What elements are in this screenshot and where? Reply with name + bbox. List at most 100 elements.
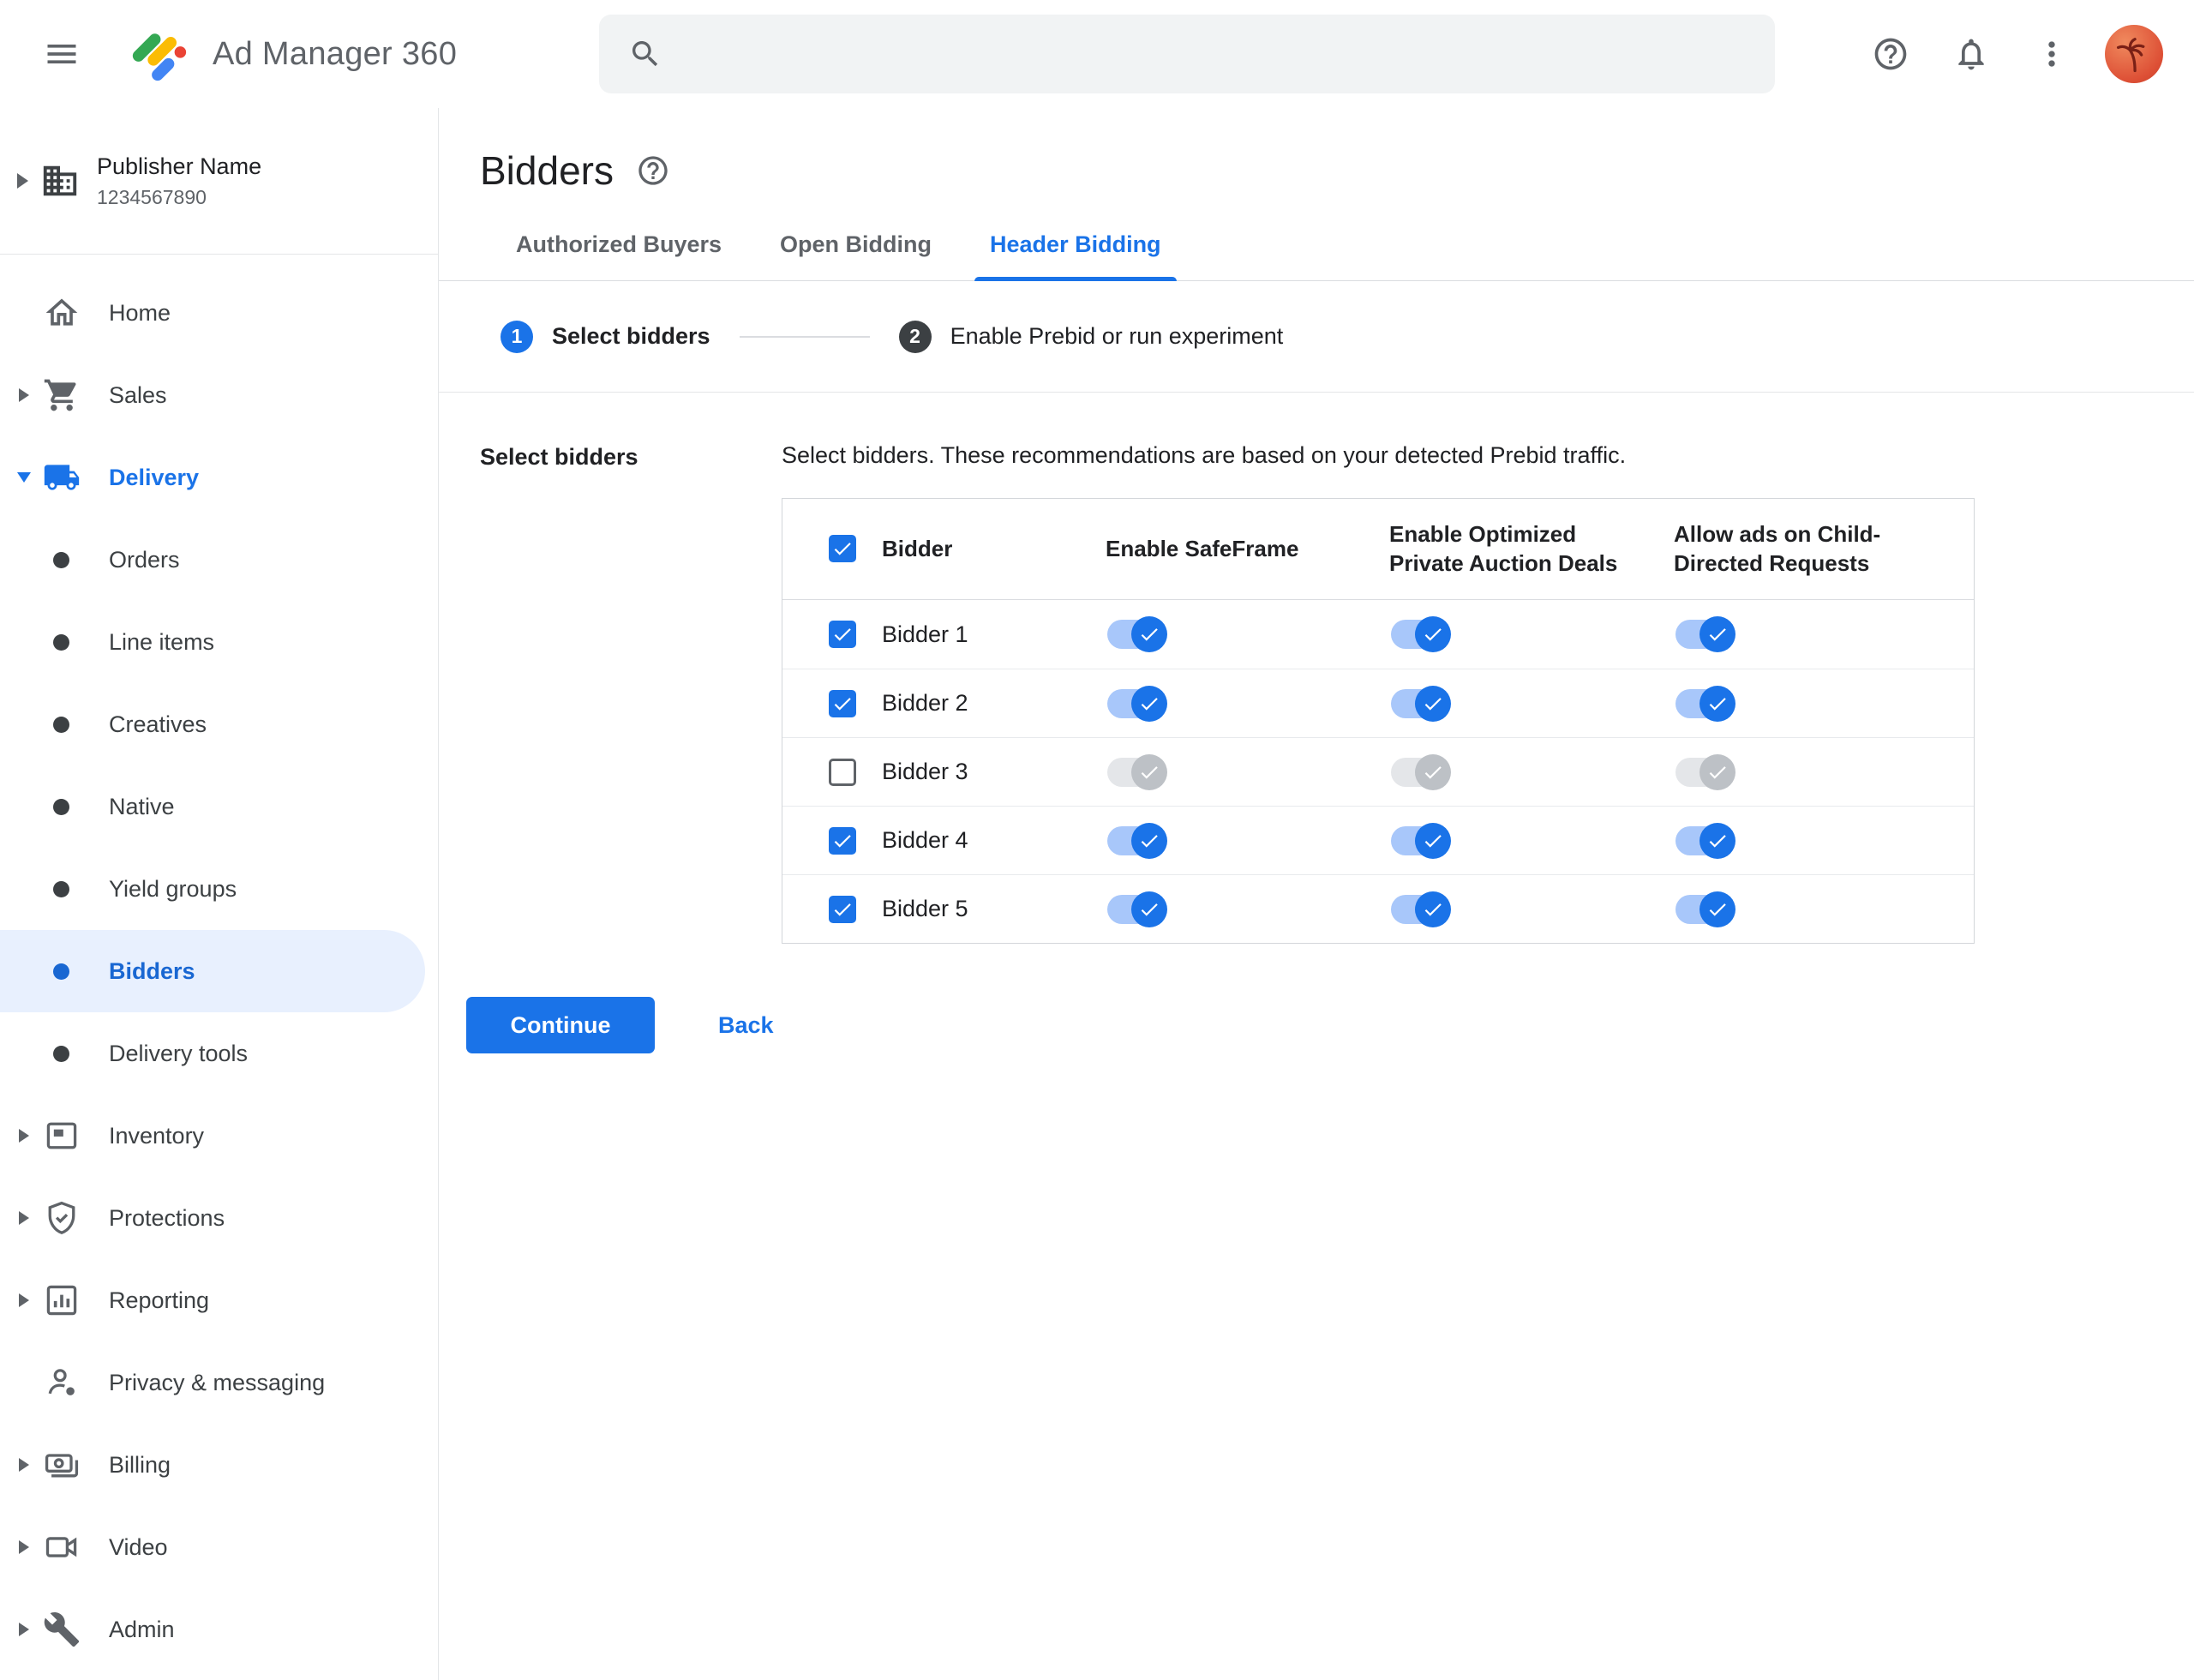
- sidebar-item-privacy-messaging[interactable]: Privacy & messaging: [0, 1341, 438, 1424]
- bullet-icon: [53, 633, 69, 651]
- sidebar-item-creatives[interactable]: Creatives: [0, 683, 438, 765]
- optimized-deals-toggle[interactable]: [1391, 616, 1451, 652]
- publisher-switcher[interactable]: Publisher Name 1234567890: [0, 108, 438, 254]
- search-input[interactable]: [685, 40, 1746, 68]
- child-directed-toggle[interactable]: [1675, 822, 1735, 859]
- check-icon: [834, 543, 851, 556]
- menu-button[interactable]: [31, 23, 93, 85]
- ad-manager-logo-icon: [129, 23, 190, 85]
- safeframe-toggle[interactable]: [1107, 685, 1167, 722]
- bar-chart-icon: [43, 1281, 81, 1319]
- bidder-checkbox[interactable]: [829, 689, 856, 717]
- bidder-checkbox[interactable]: [829, 758, 856, 786]
- step-2-label: Enable Prebid or run experiment: [950, 323, 1284, 349]
- sidebar-item-bidders[interactable]: Bidders: [0, 930, 425, 1012]
- main-content: Bidders Authorized Buyers Open Bidding H…: [439, 108, 2194, 1680]
- publisher-id: 1234567890: [97, 185, 207, 208]
- optimized-deals-toggle[interactable]: [1391, 891, 1451, 927]
- sidebar-item-billing[interactable]: Billing: [0, 1424, 438, 1506]
- sidebar-item-inventory[interactable]: Inventory: [0, 1095, 438, 1177]
- optimized-deals-toggle[interactable]: [1391, 822, 1451, 859]
- sidebar-item-sales[interactable]: Sales: [0, 354, 438, 436]
- safeframe-toggle[interactable]: [1107, 616, 1167, 652]
- continue-button[interactable]: Continue: [466, 997, 655, 1053]
- child-directed-toggle[interactable]: [1675, 753, 1735, 790]
- check-icon: [1424, 697, 1442, 711]
- sidebar-item-line-items[interactable]: Line items: [0, 601, 438, 683]
- chevron-right-icon: [19, 1540, 29, 1554]
- palm-tree-avatar-graphic: [2116, 38, 2145, 73]
- chevron-down-icon: [17, 472, 31, 483]
- check-icon: [1709, 903, 1726, 916]
- sidebar-item-yield-groups[interactable]: Yield groups: [0, 848, 438, 930]
- sidebar-item-protections[interactable]: Protections: [0, 1177, 438, 1259]
- check-icon: [1424, 628, 1442, 641]
- sidebar-item-home[interactable]: Home: [0, 272, 438, 354]
- tab-bar: Authorized Buyers Open Bidding Header Bi…: [439, 223, 2194, 281]
- check-icon: [834, 834, 851, 848]
- table-description: Select bidders. These recommendations ar…: [782, 442, 1627, 468]
- check-icon: [1424, 765, 1442, 779]
- tab-header-bidding[interactable]: Header Bidding: [961, 223, 1190, 281]
- chevron-right-icon: [19, 1211, 29, 1225]
- videocam-icon: [43, 1528, 81, 1566]
- shield-icon: [43, 1199, 81, 1237]
- child-directed-toggle[interactable]: [1675, 891, 1735, 927]
- tab-authorized-buyers[interactable]: Authorized Buyers: [487, 223, 751, 280]
- sidebar-item-orders[interactable]: Orders: [0, 519, 438, 601]
- app-title: Ad Manager 360: [213, 35, 458, 72]
- avatar[interactable]: [2105, 25, 2163, 83]
- search-bar[interactable]: [599, 15, 1775, 93]
- chevron-right-icon: [19, 1293, 29, 1307]
- more-options-button[interactable]: [2024, 27, 2079, 81]
- bullet-icon: [53, 716, 69, 733]
- notifications-button[interactable]: [1944, 27, 1999, 81]
- page-help-button[interactable]: [636, 153, 670, 188]
- step-2-indicator: 2: [898, 320, 932, 353]
- back-button[interactable]: Back: [718, 1012, 774, 1039]
- bell-icon: [1958, 39, 1984, 70]
- check-icon: [1709, 765, 1726, 779]
- select-bidders-panel: Select bidders. These recommendations ar…: [782, 442, 2033, 944]
- safeframe-toggle[interactable]: [1107, 822, 1167, 859]
- safeframe-toggle[interactable]: [1107, 753, 1167, 790]
- sidebar-item-admin[interactable]: Admin: [0, 1588, 438, 1671]
- bidder-checkbox[interactable]: [829, 895, 856, 923]
- sidebar-item-delivery-tools[interactable]: Delivery tools: [0, 1012, 438, 1095]
- check-icon: [1141, 765, 1158, 779]
- check-icon: [1709, 628, 1726, 641]
- search-icon: [632, 41, 658, 67]
- sidebar-item-native[interactable]: Native: [0, 765, 438, 848]
- safeframe-toggle[interactable]: [1107, 891, 1167, 927]
- child-directed-toggle[interactable]: [1675, 685, 1735, 722]
- sidebar-item-reporting[interactable]: Reporting: [0, 1259, 438, 1341]
- check-icon: [834, 628, 851, 641]
- check-icon: [1141, 628, 1158, 641]
- topbar: Ad Manager 360: [0, 0, 2194, 108]
- content-body: Select bidders Select bidders. These rec…: [439, 393, 2194, 944]
- sidebar-item-delivery[interactable]: Delivery: [0, 436, 438, 519]
- bidder-name: Bidder 2: [882, 690, 968, 716]
- bullet-icon: [53, 551, 69, 568]
- chevron-right-icon: [19, 1458, 29, 1472]
- sidebar-nav: Home Sales Delivery Orders Line items Cr…: [0, 255, 438, 1671]
- bullet-icon: [53, 1045, 69, 1062]
- sidebar-item-video[interactable]: Video: [0, 1506, 438, 1588]
- bidder-checkbox[interactable]: [829, 826, 856, 855]
- child-directed-toggle[interactable]: [1675, 616, 1735, 652]
- check-icon: [1141, 697, 1158, 711]
- check-icon: [834, 903, 851, 916]
- tab-open-bidding[interactable]: Open Bidding: [751, 223, 961, 280]
- person-privacy-icon: [43, 1364, 81, 1401]
- help-button[interactable]: [1863, 27, 1918, 81]
- column-header-bidder: Bidder: [882, 535, 953, 561]
- bidder-checkbox[interactable]: [829, 621, 856, 648]
- select-all-checkbox[interactable]: [829, 535, 856, 563]
- building-icon: [40, 161, 80, 201]
- check-icon: [1424, 903, 1442, 916]
- stepper: 1 Select bidders 2 Enable Prebid or run …: [439, 281, 2194, 393]
- optimized-deals-toggle[interactable]: [1391, 753, 1451, 790]
- optimized-deals-toggle[interactable]: [1391, 685, 1451, 722]
- bullet-icon: [53, 798, 69, 815]
- payments-icon: [43, 1446, 81, 1484]
